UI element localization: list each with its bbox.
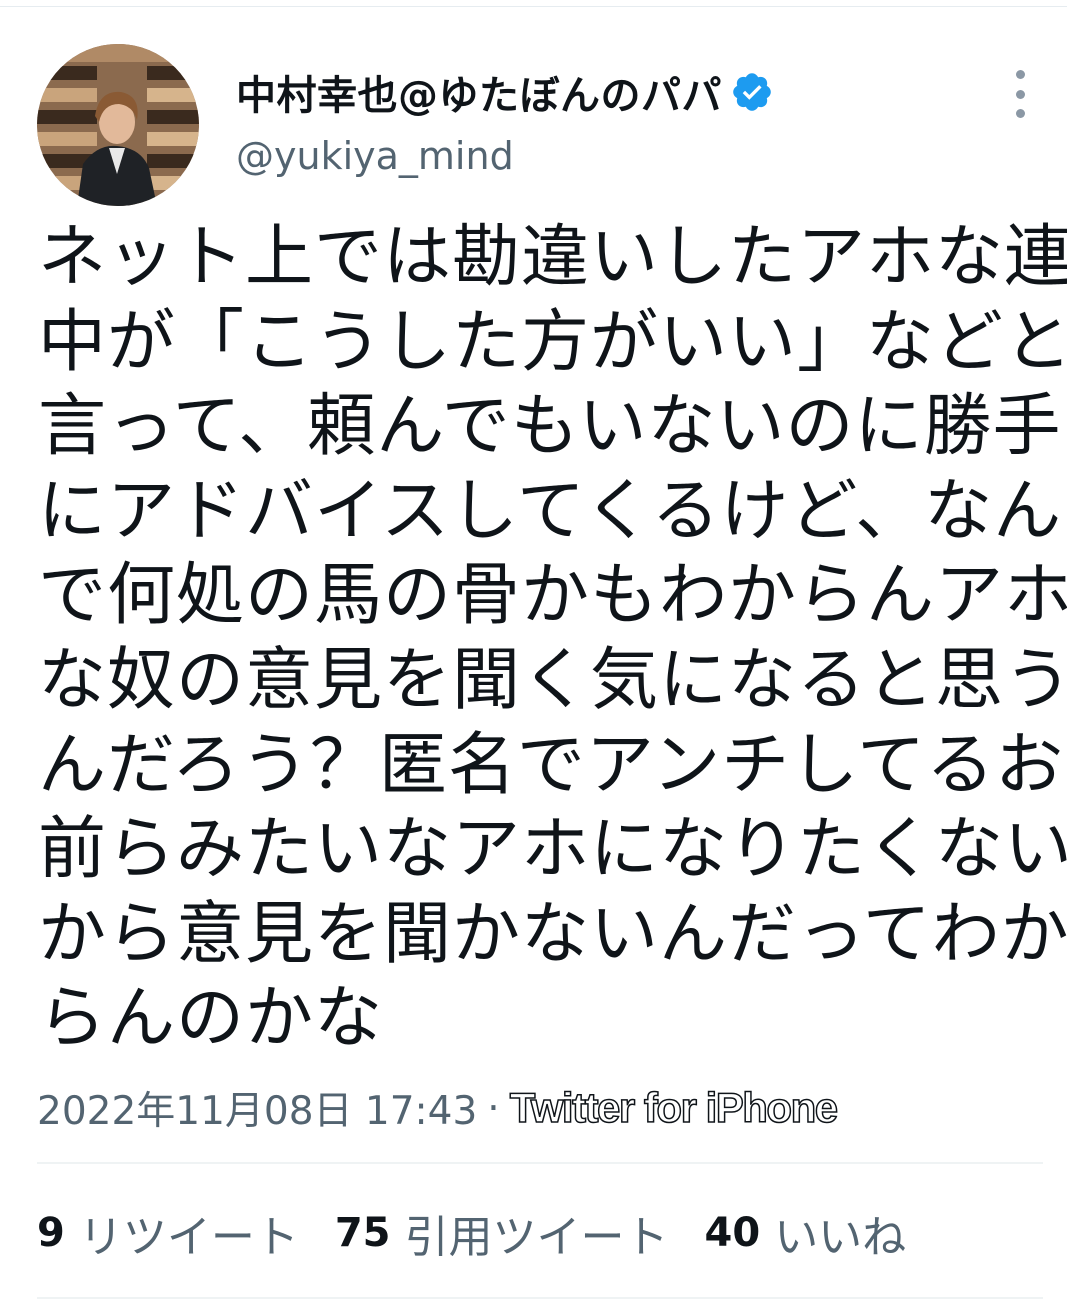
tweet: 中村幸也@ゆたぼんのパパ @yukiya_mind ネット上では勘違いしたアホな… (0, 0, 1067, 1316)
tweet-text: ネット上では勘違いしたアホな連 中が「こうした方がいい」などと 言って、頼んでも… (38, 216, 1067, 1062)
more-vertical-icon[interactable] (1004, 70, 1036, 118)
retweets-stat[interactable]: 9 リツイート (37, 1201, 299, 1265)
tweet-text-line: にアドバイスしてくるけど、なん (38, 471, 1063, 551)
author-handle[interactable]: @yukiya_mind (236, 134, 514, 178)
timestamp[interactable]: 2022年11月08日 17:43 (37, 1080, 477, 1136)
retweet-label: リツイート (78, 1212, 299, 1263)
divider (37, 1297, 1043, 1299)
dot (1015, 109, 1025, 118)
meta-separator: · (487, 1085, 500, 1131)
verified-badge-icon (730, 70, 774, 114)
engagement-stats: 9 リツイート 75 引用ツイート 40 いいね (37, 1198, 942, 1268)
tweet-text-line: ネット上では勘違いしたアホな連 (38, 218, 1067, 297)
author-name-row[interactable]: 中村幸也@ゆたぼんのパパ (236, 62, 774, 122)
tweet-meta: 2022年11月08日 17:43 · Twitter for iPhone (37, 1080, 839, 1136)
tweet-text-line: らんのかな (38, 979, 384, 1059)
dot (1015, 70, 1025, 79)
tweet-text-line: んだろう？匿名でアンチしてるお (38, 725, 1065, 805)
avatar-photo (37, 44, 199, 206)
tweet-text-line: で何処の馬の骨かもわからんアホ (38, 556, 1067, 636)
tweet-text-line: 前らみたいなアホになりたくない (38, 810, 1067, 890)
like-count: 40 (704, 1210, 761, 1256)
tweet-text-line: な奴の意見を聞く気になると思う (38, 640, 1067, 720)
source-link[interactable]: Twitter for iPhone (509, 1083, 839, 1132)
divider (37, 1162, 1043, 1164)
quotes-stat[interactable]: 75 引用ツイート (335, 1201, 669, 1265)
tweet-text-line: 言って、頼んでもいないのに勝手 (38, 387, 1062, 467)
tweet-text-line: から意見を聞かないんだってわか (38, 894, 1067, 974)
avatar[interactable] (37, 44, 199, 206)
like-label: いいね (774, 1212, 907, 1263)
tweet-text-line: 中が「こうした方がいい」などと (38, 302, 1067, 382)
quote-label: 引用ツイート (404, 1212, 669, 1263)
likes-stat[interactable]: 40 いいね (705, 1201, 907, 1265)
quote-count: 75 (334, 1210, 391, 1256)
display-name[interactable]: 中村幸也@ゆたぼんのパパ (236, 63, 722, 121)
retweet-count: 9 (37, 1210, 65, 1256)
dot (1015, 89, 1025, 99)
